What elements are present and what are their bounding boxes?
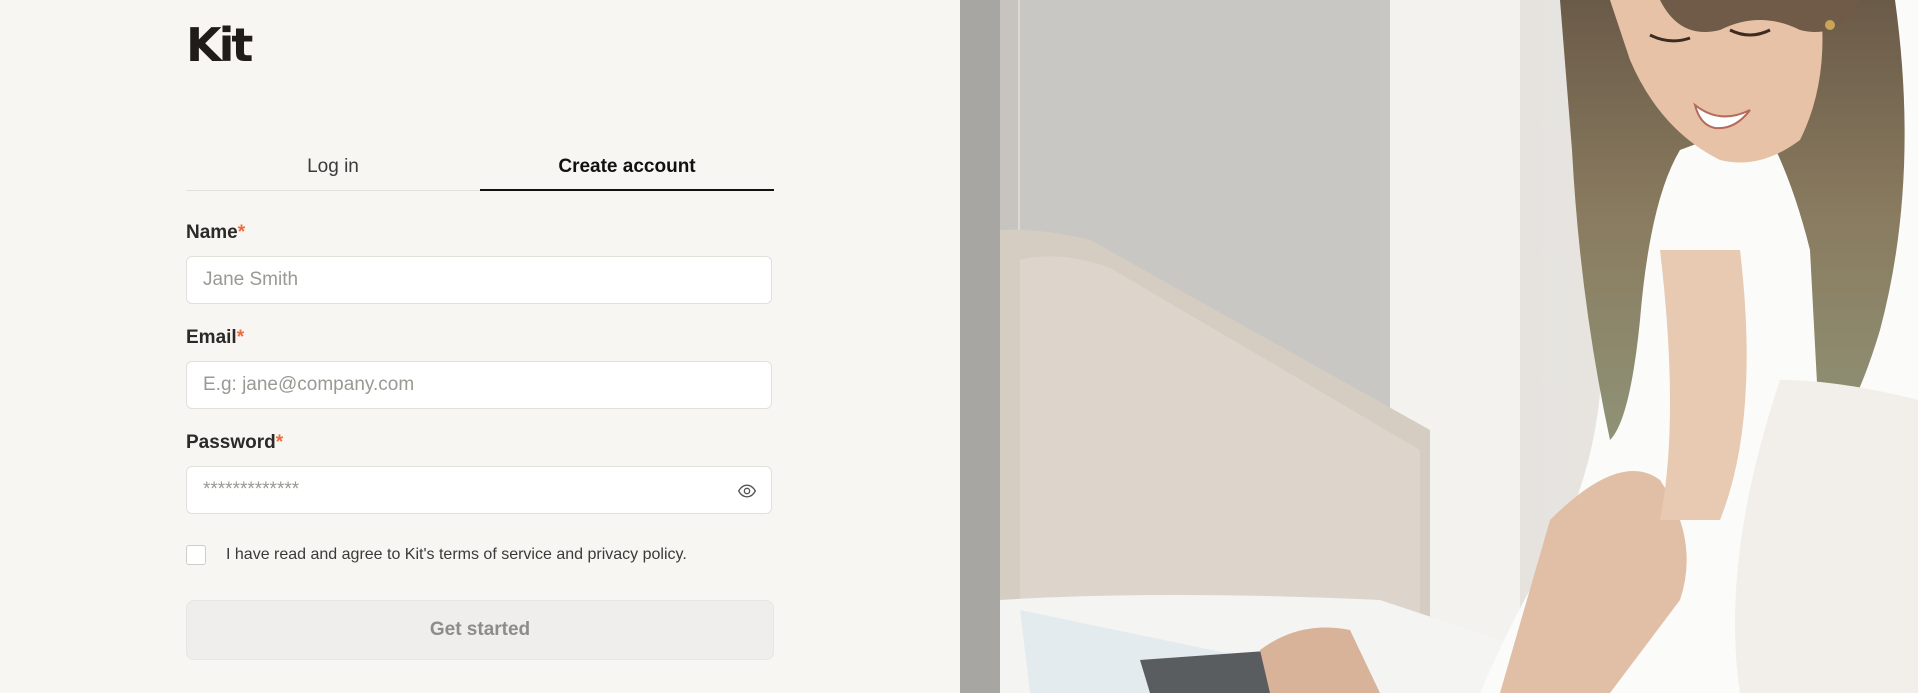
auth-tabs: Log in Create account: [186, 150, 774, 191]
hero-photo: [960, 0, 1918, 693]
woman-with-laptop-image: [960, 0, 1918, 693]
terms-row: I have read and agree to Kit's terms of …: [186, 545, 687, 565]
eye-icon[interactable]: [737, 481, 757, 501]
email-input[interactable]: [187, 362, 723, 408]
password-label: Password*: [186, 432, 284, 453]
tab-create-account[interactable]: Create account: [480, 150, 774, 191]
terms-checkbox[interactable]: [186, 545, 206, 565]
email-field[interactable]: [186, 361, 772, 409]
tab-log-in[interactable]: Log in: [186, 150, 480, 190]
kit-logo[interactable]: Kit: [186, 22, 253, 68]
required-mark: *: [237, 222, 246, 243]
password-field[interactable]: [186, 466, 772, 514]
password-input[interactable]: [187, 467, 723, 513]
name-label: Name*: [186, 222, 246, 243]
name-field[interactable]: [186, 256, 772, 304]
required-mark: *: [236, 327, 245, 348]
signup-panel: Kit Log in Create account Name* Email* P…: [0, 0, 960, 693]
get-started-button[interactable]: Get started: [186, 600, 774, 660]
email-label: Email*: [186, 327, 245, 348]
terms-label: I have read and agree to Kit's terms of …: [226, 546, 687, 563]
name-input[interactable]: [187, 257, 723, 303]
required-mark: *: [275, 432, 284, 453]
